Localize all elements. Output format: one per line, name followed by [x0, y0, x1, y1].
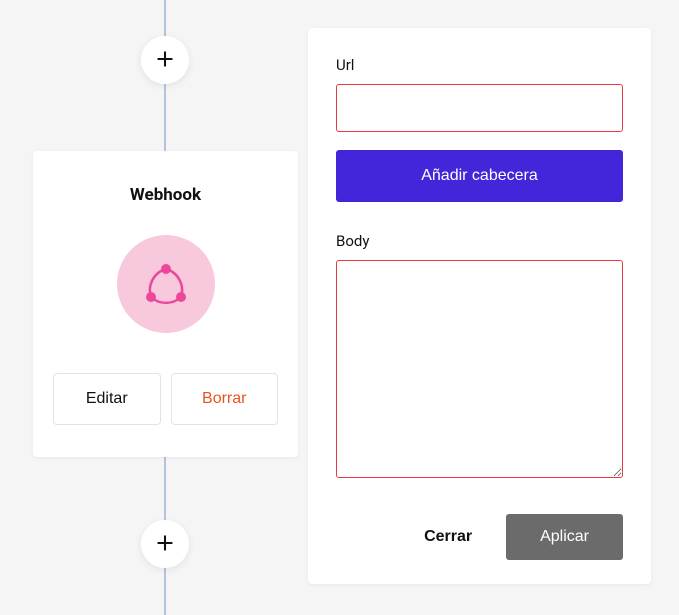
delete-button[interactable]: Borrar	[171, 373, 279, 425]
url-input[interactable]	[336, 84, 623, 132]
plus-icon	[155, 533, 175, 556]
body-label: Body	[336, 232, 623, 250]
webhook-config-panel: Url Añadir cabecera Body Cerrar Aplicar	[308, 28, 651, 584]
webhook-icon	[117, 235, 215, 333]
add-step-top-button[interactable]	[141, 36, 189, 84]
url-label: Url	[336, 56, 623, 74]
add-step-bottom-button[interactable]	[141, 520, 189, 568]
webhook-card: Webhook Editar Borrar	[33, 151, 298, 457]
edit-button[interactable]: Editar	[53, 373, 161, 425]
add-header-button[interactable]: Añadir cabecera	[336, 150, 623, 202]
close-button[interactable]: Cerrar	[400, 514, 496, 560]
apply-button[interactable]: Aplicar	[506, 514, 623, 560]
panel-footer: Cerrar Aplicar	[336, 514, 623, 560]
card-actions: Editar Borrar	[53, 373, 278, 425]
card-title: Webhook	[130, 185, 201, 205]
body-textarea[interactable]	[336, 260, 623, 478]
plus-icon	[155, 49, 175, 72]
